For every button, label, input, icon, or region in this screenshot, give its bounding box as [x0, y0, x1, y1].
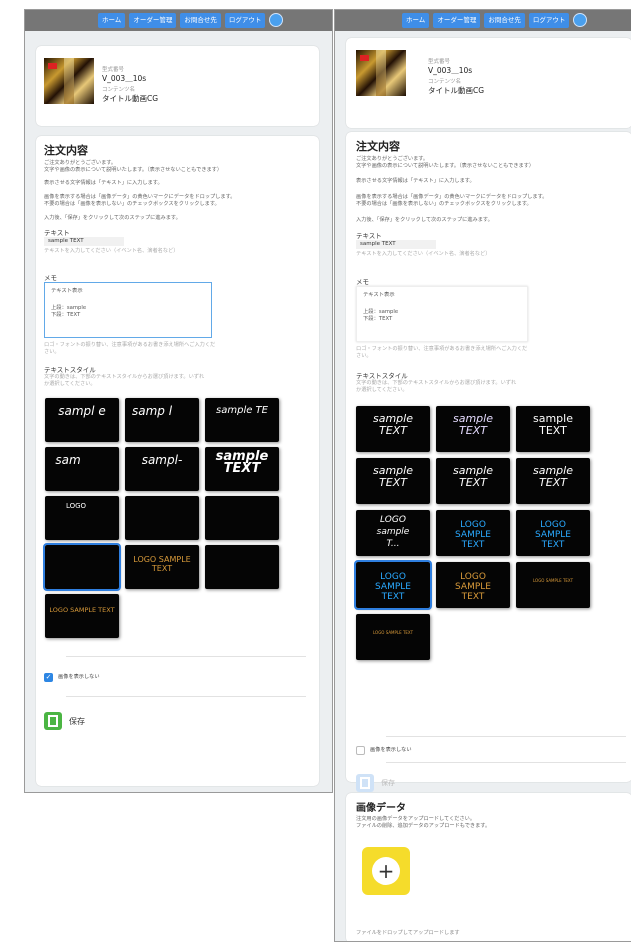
style-tile-10[interactable]: LOGO SAMPLE TEXT: [354, 560, 432, 610]
nav-logout[interactable]: ログアウト: [528, 13, 570, 28]
order-card: 注文内容 ご注文ありがとうございます。 文字や画像の表示について説明いたします。…: [36, 136, 319, 786]
nav-order-management[interactable]: オーダー管理: [433, 13, 481, 28]
top-navbar: ホーム オーダー管理 お問合せ先 ログアウト: [335, 10, 631, 31]
style-tile-4[interactable]: sam: [45, 447, 119, 491]
order-title: 注文内容: [44, 144, 88, 157]
memo-textarea[interactable]: テキスト表示 上段：sample 下段：TEXT: [44, 282, 212, 338]
save-label[interactable]: 保存: [381, 778, 395, 788]
text-label: テキスト: [44, 229, 70, 237]
text-hint: テキストを入力してください（イベント名、演者名など）: [356, 251, 491, 257]
style-tile-2[interactable]: sample TEXT: [436, 406, 510, 452]
memo-label: メモ: [44, 274, 57, 282]
product-thumbnail: [44, 58, 94, 104]
style-tile-5[interactable]: sampl-: [125, 447, 199, 491]
product-id: V_003＿10s: [428, 66, 473, 75]
save-label[interactable]: 保存: [69, 716, 85, 727]
style-tile-5[interactable]: sample TEXT: [436, 458, 510, 504]
memo-textarea[interactable]: テキスト表示 上段：sample 下段：TEXT: [356, 286, 528, 342]
style-tile-9[interactable]: [205, 496, 279, 540]
product-content: タイトル動画CG: [102, 94, 159, 103]
style-tile-12[interactable]: LOGO SAMPLE TEXT: [516, 562, 590, 608]
no-image-label: 画像を表示しない: [370, 747, 412, 753]
nav-order-management[interactable]: オーダー管理: [129, 13, 177, 28]
top-navbar: ホーム オーダー管理 お問合せ先 ログアウト: [25, 10, 332, 31]
memo-label: メモ: [356, 278, 369, 286]
style-tile-1[interactable]: sampl e: [45, 398, 119, 442]
product-id: V_003＿10s: [102, 74, 147, 83]
save-button[interactable]: [356, 774, 374, 792]
order-card: 注文内容 ご注文ありがとうございます。 文字や画像の表示について説明いたします。…: [346, 132, 631, 792]
text-hint: テキストを入力してください（イベント名、演者名など）: [44, 248, 179, 254]
divider: [66, 696, 306, 697]
style-tile-7[interactable]: LOGO sample T...: [356, 510, 430, 556]
style-tile-8[interactable]: [125, 496, 199, 540]
style-tile-13[interactable]: LOGO SAMPLE TEXT: [356, 614, 430, 660]
product-content: タイトル動画CG: [428, 86, 485, 95]
nav-contact[interactable]: お問合せ先: [484, 13, 525, 28]
text-input[interactable]: sample TEXT: [44, 237, 124, 246]
no-image-checkbox[interactable]: [356, 746, 365, 755]
style-tile-1[interactable]: sample TEXT: [356, 406, 430, 452]
product-content-label: コンテンツ名: [102, 87, 136, 93]
text-input[interactable]: sample TEXT: [356, 240, 436, 249]
no-image-label: 画像を表示しない: [58, 674, 100, 680]
image-data-title: 画像データ: [356, 803, 406, 814]
memo-hint: ロゴ・フォントの振り替い、注意事項があるお書き添え場所へご入力くだ: [356, 346, 528, 352]
product-card: 型式番号 V_003＿10s コンテンツ名 タイトル動画CG: [36, 46, 319, 126]
style-tile-10[interactable]: [43, 543, 121, 591]
nav-logout[interactable]: ログアウト: [224, 13, 266, 28]
divider: [386, 762, 626, 763]
style-tile-3[interactable]: sample TEXT: [516, 406, 590, 452]
plus-icon: +: [372, 857, 400, 885]
right-screen: ホーム オーダー管理 お問合せ先 ログアウト 型式番号 V_003＿10s コン…: [334, 9, 631, 942]
style-tile-6[interactable]: sample TEXT: [205, 447, 279, 491]
nav-home[interactable]: ホーム: [98, 13, 126, 28]
style-tile-13[interactable]: LOGO SAMPLE TEXT: [45, 594, 119, 638]
product-thumbnail: [356, 50, 406, 96]
style-label: テキストスタイル: [356, 372, 408, 380]
upload-hint: ファイルをドロップしてアップロードします: [356, 930, 460, 936]
style-tile-3[interactable]: sample TE: [205, 398, 279, 442]
nav-contact[interactable]: お問合せ先: [180, 13, 221, 28]
style-tile-11[interactable]: LOGO SAMPLE TEXT: [125, 545, 199, 589]
style-tile-8[interactable]: LOGO SAMPLE TEXT: [436, 510, 510, 556]
style-tile-6[interactable]: sample TEXT: [516, 458, 590, 504]
no-image-checkbox[interactable]: ✓: [44, 673, 53, 682]
style-tile-12[interactable]: [205, 545, 279, 589]
order-title: 注文内容: [356, 140, 400, 153]
save-button[interactable]: [44, 712, 62, 730]
left-screen: ホーム オーダー管理 お問合せ先 ログアウト 型式番号 V_003＿10s コン…: [24, 9, 333, 793]
product-card: 型式番号 V_003＿10s コンテンツ名 タイトル動画CG: [346, 38, 631, 128]
nav-home[interactable]: ホーム: [402, 13, 430, 28]
product-id-label: 型式番号: [428, 59, 451, 65]
divider: [386, 736, 626, 737]
text-label: テキスト: [356, 232, 382, 240]
style-tile-9[interactable]: LOGO SAMPLE TEXT: [516, 510, 590, 556]
product-content-label: コンテンツ名: [428, 79, 462, 85]
image-data-card: 画像データ 注文用の画像データをアップロードしてください。 ファイルの削除、追加…: [346, 793, 631, 941]
style-label: テキストスタイル: [44, 366, 96, 374]
divider: [66, 656, 306, 657]
globe-icon[interactable]: [269, 13, 284, 27]
upload-dropzone[interactable]: +: [362, 847, 410, 895]
memo-hint: ロゴ・フォントの振り替い、注意事項があるお書き添え場所へご入力くだ: [44, 342, 216, 348]
style-tile-7[interactable]: LOGO: [45, 496, 119, 540]
product-id-label: 型式番号: [102, 67, 125, 73]
style-tile-11[interactable]: LOGO SAMPLE TEXT: [436, 562, 510, 608]
globe-icon[interactable]: [573, 13, 588, 27]
style-tile-4[interactable]: sample TEXT: [356, 458, 430, 504]
style-tile-2[interactable]: samp l: [125, 398, 199, 442]
